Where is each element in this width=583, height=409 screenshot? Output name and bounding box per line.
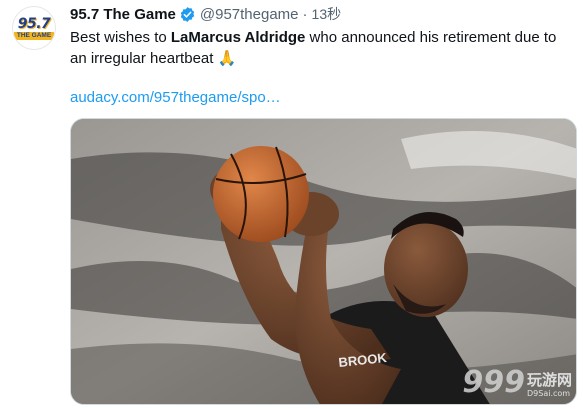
tweet-timestamp[interactable]: 13秒 <box>312 4 342 24</box>
basketball-player-photo: BROOK <box>71 119 576 404</box>
tweet-text-start: Best wishes to <box>70 29 171 46</box>
watermark-text-group: 玩游网 D9Sai.com <box>526 371 572 399</box>
tweet-header: 95.7 The Game @957thegame · 13秒 <box>70 4 341 24</box>
verified-badge-icon <box>179 6 196 23</box>
mentioned-player-name: LaMarcus Aldridge <box>170 29 306 46</box>
separator-dot: · <box>302 5 308 23</box>
watermark: 999 玩游网 D9Sai.com <box>462 365 572 400</box>
watermark-site: D9Sai.com <box>526 389 571 398</box>
user-handle[interactable]: @957thegame <box>200 6 299 23</box>
tweet-text: Best wishes to LaMarcus Aldridge who ann… <box>70 27 575 69</box>
article-link[interactable]: audacy.com/957thegame/spo… <box>70 89 281 106</box>
watermark-chinese: 玩游网 <box>526 371 572 389</box>
avatar[interactable]: 95.7 THE GAME <box>12 6 56 50</box>
pray-emoji-icon: 🙏 <box>217 50 237 67</box>
logo-subtitle: THE GAME <box>13 31 55 40</box>
logo-number: 95.7 <box>17 15 51 32</box>
tweet-media-image[interactable]: BROOK 999 玩游网 D9Sai.com <box>70 118 577 405</box>
watermark-number: 999 <box>462 365 525 400</box>
display-name[interactable]: 95.7 The Game <box>70 6 176 23</box>
